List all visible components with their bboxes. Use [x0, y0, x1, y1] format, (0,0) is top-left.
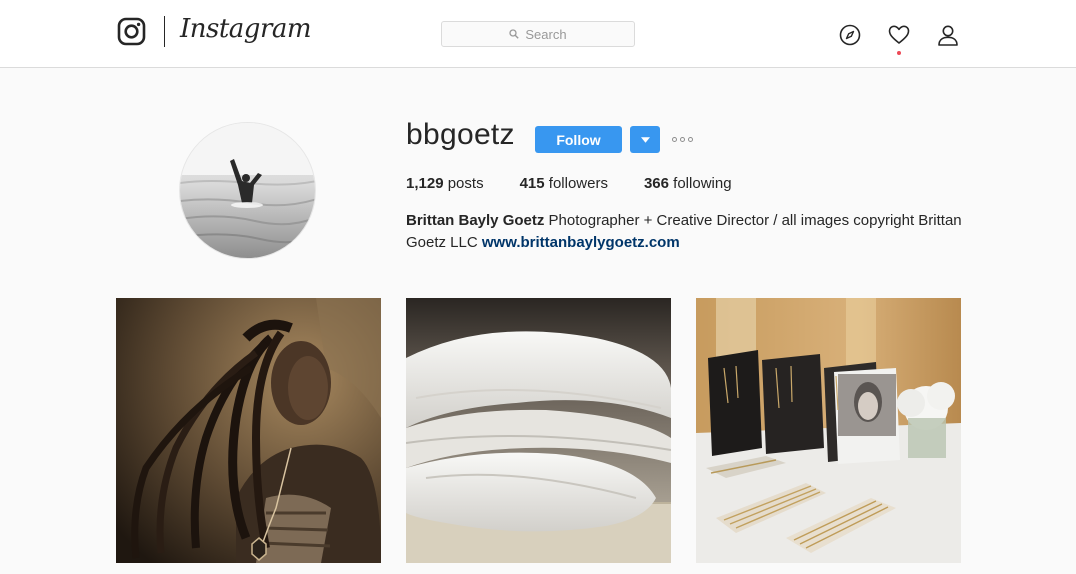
- profile-username: bbgoetz: [406, 118, 515, 151]
- followers-label: followers: [548, 175, 608, 192]
- more-options-icon: [672, 136, 677, 142]
- logo-divider: [164, 16, 165, 47]
- caret-down-icon: [640, 136, 650, 143]
- profile-avatar[interactable]: [179, 122, 316, 259]
- search-icon: [509, 29, 520, 39]
- following-count: 366: [643, 175, 669, 192]
- profile-person-icon[interactable]: [937, 24, 959, 46]
- activity-heart-icon[interactable]: [888, 24, 910, 46]
- followers-count: 415: [519, 175, 545, 192]
- follow-button[interactable]: Follow: [535, 126, 622, 153]
- more-options-button[interactable]: [672, 131, 700, 147]
- following-stat[interactable]: 366 following: [644, 175, 732, 192]
- search-placeholder: Search: [525, 26, 567, 42]
- post-image-jewelry-display: [696, 298, 961, 563]
- website-link[interactable]: www.brittanbaylygoetz.com: [482, 234, 680, 251]
- profile-bio: Brittan Bayly Goetz Photographer + Creat…: [406, 210, 976, 254]
- instagram-wordmark[interactable]: Instagram: [180, 14, 312, 44]
- post-image-linens: [406, 298, 671, 563]
- posts-stat: 1,129 posts: [406, 175, 484, 192]
- search-input[interactable]: Search: [441, 21, 635, 47]
- followers-stat[interactable]: 415 followers: [520, 175, 608, 192]
- explore-compass-icon[interactable]: [839, 24, 861, 46]
- top-navigation-bar: Instagram Search: [0, 0, 1076, 68]
- profile-stats: 1,129 posts 415 followers 366 following: [406, 175, 768, 192]
- suggested-dropdown-button[interactable]: [630, 126, 660, 153]
- post-thumbnail-2[interactable]: [406, 298, 671, 563]
- posts-count: 1,129: [406, 175, 444, 192]
- post-thumbnail-3[interactable]: [696, 298, 961, 563]
- posts-label: posts: [447, 175, 484, 192]
- post-image-portrait: [116, 298, 381, 563]
- notification-dot: [897, 51, 901, 55]
- profile-full-name: Brittan Bayly Goetz: [406, 212, 545, 229]
- following-label: following: [673, 175, 732, 192]
- post-thumbnail-1[interactable]: [116, 298, 381, 563]
- instagram-camera-icon[interactable]: [117, 17, 146, 46]
